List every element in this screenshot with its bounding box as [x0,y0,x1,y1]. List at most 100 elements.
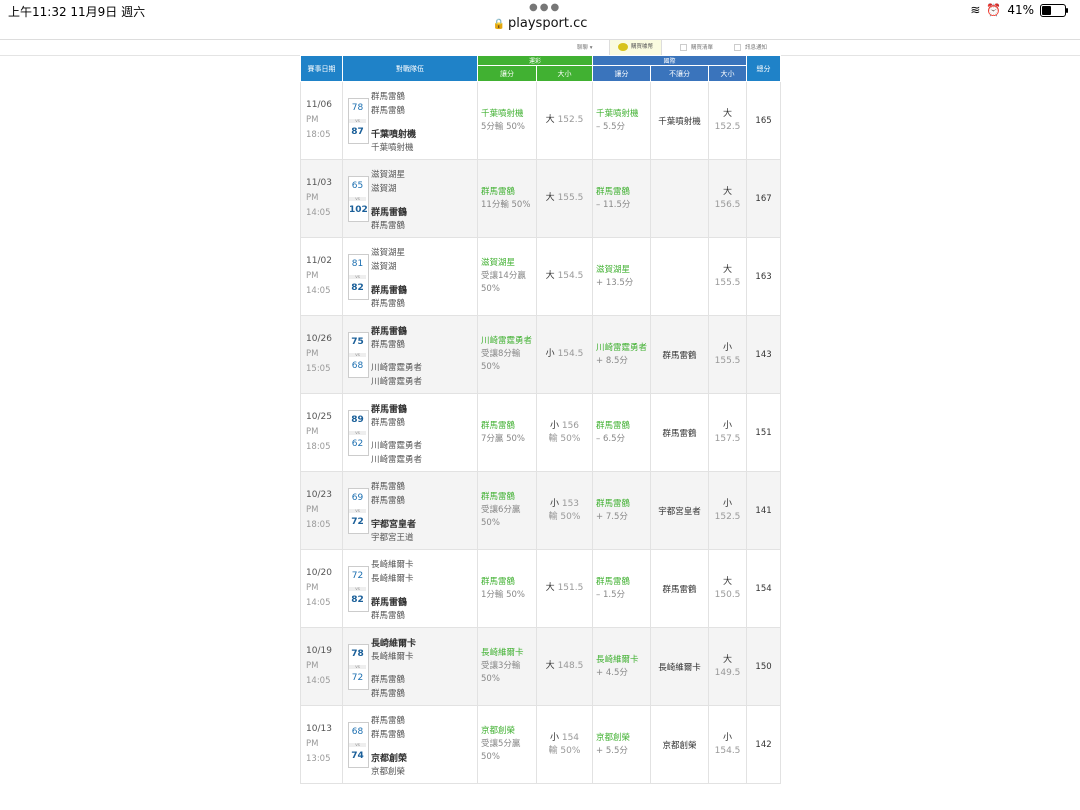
game-date: 10/23 [306,490,332,500]
intl-spread-line: – 5.5分 [596,121,625,132]
matchup-cell[interactable]: 群馬雷鶴 群馬雷鶴 69 VS 72 宇都宮皇者 宇都宮王道 [342,471,478,550]
away-team: 長崎維爾卡 [371,652,414,662]
ts-spread-cell: 京都創榮 受讓5分贏 50% [477,705,537,784]
home-team: 川崎雷霆勇者 [371,363,423,373]
intl-ou-cell: 小 155.5 [708,315,748,394]
away-score: 72 [351,571,364,581]
ts-spread-result: 受讓8分輸 50% [481,349,521,372]
vs-label: VS [349,509,366,513]
vs-label: VS [349,275,366,279]
ts-ou-line: 154 [561,732,580,743]
home-score: 68 [351,361,364,371]
notifications-link[interactable]: 訊息通知 [734,43,767,51]
table-row: 10/19 PM 14:05 長崎維爾卡 長崎維爾卡 78 VS 72 群馬雷鶴… [300,627,782,706]
away-score: 75 [351,337,364,347]
matchup-cell[interactable]: 群馬雷鶴 群馬雷鶴 75 VS 68 川崎雷霆勇者 川崎雷霆勇者 [342,315,478,394]
ts-ou-cell: 大 154.5 [535,237,594,316]
buy-coins-button[interactable]: 購買噱幣 [609,40,663,55]
intl-spread-cell: 京都創榮 + 5.5分 [592,705,652,784]
intl-ou-cell: 大 149.5 [708,627,748,706]
matchup-cell[interactable]: 滋賀湖星 滋賀湖 81 VS 82 群馬雷鶴 群馬雷鶴 [342,237,478,316]
ts-ou-pick: 小 [545,349,555,359]
game-date-cell: 11/02 PM 14:05 [300,237,343,316]
total-score-cell: 165 [746,81,782,160]
intl-ou-pick: 小 [723,420,733,431]
intl-spread-cell: 長崎維爾卡 + 4.5分 [592,627,652,706]
away-team: 長崎維爾卡 [371,574,414,584]
game-ampm: PM [306,505,319,515]
ts-spread-result: 7分贏 50% [481,433,526,444]
vs-label: VS [349,743,366,747]
intl-moneyline-cell: 群馬雷鶴 [650,315,710,394]
game-date: 11/06 [306,100,332,110]
ts-ou-line: 152.5 [557,115,584,125]
address-bar[interactable]: 🔒 playsport.cc [0,16,1080,38]
home-score: 82 [351,283,364,293]
header-international: 國際 [592,55,748,66]
matchup-cell[interactable]: 群馬雷鶴 群馬雷鶴 78 VS 87 千葉噴射機 千葉噴射機 [342,81,478,160]
home-team: 千葉噴射機 [371,130,417,140]
intl-spread-line: + 7.5分 [596,511,628,522]
ts-spread-result: 11分輸 50% [481,199,531,210]
intl-spread-pick: 川崎雷霆勇者 [596,342,648,353]
header-teams: 對戰隊伍 [342,55,478,82]
game-date-cell: 11/06 PM 18:05 [300,81,343,160]
intl-ou-line: 154.5 [714,745,741,756]
away-team: 滋賀湖 [371,262,397,272]
intl-ou-line: 155.5 [714,355,741,366]
vs-label: VS [349,431,366,435]
game-time: 18:05 [306,442,331,452]
home-team-full: 群馬雷鶴 [371,221,406,231]
intl-moneyline-cell [650,159,710,238]
away-team-full: 群馬雷鶴 [371,716,406,726]
home-team-full: 群馬雷鶴 [371,299,406,309]
intl-moneyline-cell: 京都創榮 [650,705,710,784]
battery-percent: 41% [1007,3,1034,17]
ts-spread-pick: 滋賀湖星 [481,258,516,268]
matchup-cell[interactable]: 滋賀湖星 滋賀湖 65 VS 102 群馬雷鶴 群馬雷鶴 [342,159,478,238]
game-date-cell: 11/03 PM 14:05 [300,159,343,238]
vs-label: VS [349,119,366,123]
ts-ou-result: 輸 50% [548,511,581,522]
matchup-cell[interactable]: 群馬雷鶴 群馬雷鶴 89 VS 62 川崎雷霆勇者 川崎雷霆勇者 [342,393,478,472]
away-score: 69 [351,493,364,503]
game-ampm: PM [306,739,319,749]
away-team-full: 群馬雷鶴 [371,92,406,102]
intl-ou-cell: 大 150.5 [708,549,748,628]
ts-spread-result: 受讓14分贏 50% [481,271,526,294]
away-team-full: 滋賀湖星 [371,170,406,180]
intl-spread-pick: 滋賀湖星 [596,264,631,275]
header-intl-moneyline: 不讓分 [650,65,710,82]
game-date-cell: 10/13 PM 13:05 [300,705,343,784]
game-time: 14:05 [306,208,331,218]
status-right: ≋ ⏰ 41% [970,3,1068,17]
intl-spread-pick: 群馬雷鶴 [596,186,631,197]
table-row: 10/20 PM 14:05 長崎維爾卡 長崎維爾卡 72 VS 82 群馬雷鶴… [300,549,782,628]
chat-menu[interactable]: 聊聊 ▾ [577,43,593,51]
ts-spread-pick: 川崎雷霆勇者 [481,336,533,346]
header-date: 賽事日期 [300,55,343,82]
ts-spread-pick: 群馬雷鶴 [481,576,516,587]
purchase-list-link[interactable]: 購買清單 [680,43,713,51]
ts-ou-line: 154.5 [557,271,584,281]
away-team: 群馬雷鶴 [371,418,406,428]
intl-spread-line: + 4.5分 [596,667,628,678]
ts-spread-result: 受讓5分贏 50% [481,739,521,762]
intl-spread-cell: 滋賀湖星 + 13.5分 [592,237,652,316]
matchup-cell[interactable]: 長崎維爾卡 長崎維爾卡 78 VS 72 群馬雷鶴 群馬雷鶴 [342,627,478,706]
ts-ou-pick: 大 [545,583,555,593]
matchup-cell[interactable]: 群馬雷鶴 群馬雷鶴 68 VS 74 京都創榮 京都創榮 [342,705,478,784]
ts-spread-cell: 川崎雷霆勇者 受讓8分輸 50% [477,315,537,394]
away-team: 滋賀湖 [371,184,397,194]
more-dots-icon[interactable]: ●●● [529,2,561,13]
matchup-cell[interactable]: 長崎維爾卡 長崎維爾卡 72 VS 82 群馬雷鶴 群馬雷鶴 [342,549,478,628]
home-team-full: 群馬雷鶴 [371,689,406,699]
game-date: 10/13 [306,724,332,734]
ts-ou-cell: 大 151.5 [535,549,594,628]
intl-ou-cell: 小 152.5 [708,471,748,550]
game-ampm: PM [306,583,319,593]
total-score-cell: 143 [746,315,782,394]
ts-ou-cell: 大 152.5 [535,81,594,160]
intl-moneyline-cell: 群馬雷鶴 [650,393,710,472]
game-date-cell: 10/25 PM 18:05 [300,393,343,472]
